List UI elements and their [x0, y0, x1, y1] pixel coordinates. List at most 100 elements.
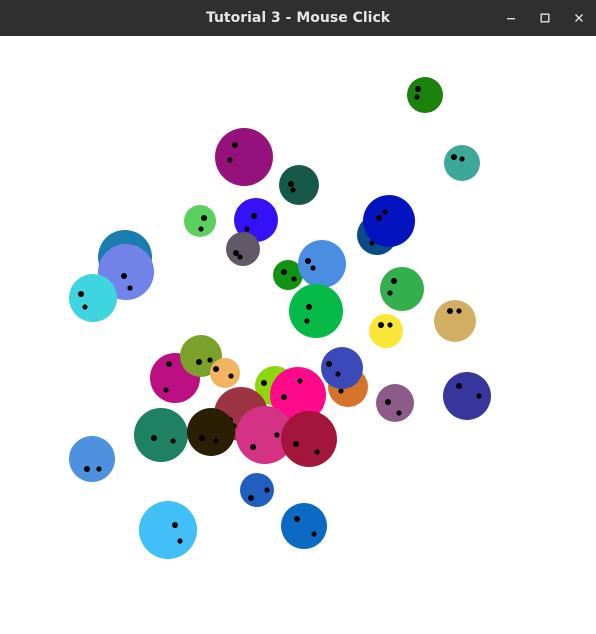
ball-eye — [387, 322, 393, 328]
ball-body[interactable] — [321, 347, 363, 389]
ball-body[interactable] — [444, 145, 480, 181]
ball-body[interactable] — [281, 411, 337, 467]
ball-eye — [121, 273, 127, 279]
ball-eye — [227, 157, 233, 163]
ball-eye — [248, 495, 254, 501]
ball-eye — [414, 94, 420, 100]
ball-eye — [306, 304, 312, 310]
ball-eye — [232, 142, 238, 148]
ball-eye — [456, 383, 462, 389]
ball-eye — [291, 276, 297, 282]
ball-eye — [391, 278, 397, 284]
ball-body[interactable] — [69, 436, 115, 482]
ball[interactable] — [321, 347, 363, 389]
ball-eye — [201, 215, 207, 221]
ball[interactable] — [443, 372, 491, 420]
ball-body[interactable] — [298, 240, 346, 288]
ball-eye — [281, 394, 287, 400]
ball-eye — [163, 387, 169, 393]
ball-eye — [476, 393, 482, 399]
ball[interactable] — [369, 314, 403, 348]
ball[interactable] — [289, 284, 343, 338]
ball[interactable] — [434, 300, 476, 342]
ball[interactable] — [215, 128, 273, 186]
close-icon — [574, 13, 584, 23]
ball-eye — [310, 265, 316, 271]
ball-eye — [385, 399, 391, 405]
ball-body[interactable] — [134, 408, 188, 462]
ball[interactable] — [226, 232, 260, 266]
ball[interactable] — [363, 195, 415, 247]
ball-eye — [250, 444, 256, 450]
ball-eye — [213, 366, 219, 372]
ball-eye — [244, 226, 250, 232]
app-window: Tutorial 3 - Mouse Click — [0, 0, 596, 634]
ball-eye — [166, 361, 172, 367]
ball-eye — [261, 380, 267, 386]
ball-eye — [293, 441, 299, 447]
ball[interactable] — [139, 501, 197, 559]
ball-body[interactable] — [281, 503, 327, 549]
ball-eye — [237, 254, 243, 260]
ball-eye — [233, 250, 239, 256]
ball[interactable] — [187, 408, 235, 456]
ball-body[interactable] — [376, 384, 414, 422]
minimize-icon — [506, 13, 516, 23]
title-bar[interactable]: Tutorial 3 - Mouse Click — [0, 0, 596, 37]
ball[interactable] — [407, 77, 443, 113]
ball-body[interactable] — [279, 165, 319, 205]
ball-eye — [127, 285, 133, 291]
ball-body[interactable] — [210, 358, 240, 388]
ball-body[interactable] — [289, 284, 343, 338]
ball-body[interactable] — [226, 232, 260, 266]
ball-body[interactable] — [380, 267, 424, 311]
ball-body[interactable] — [369, 314, 403, 348]
ball-eye — [177, 538, 183, 544]
ball[interactable] — [444, 145, 480, 181]
ball-eye — [326, 361, 332, 367]
ball-body[interactable] — [434, 300, 476, 342]
ball-body[interactable] — [139, 501, 197, 559]
ball-body[interactable] — [407, 77, 443, 113]
maximize-icon — [540, 13, 550, 23]
ball[interactable] — [298, 240, 346, 288]
ball[interactable] — [281, 411, 337, 467]
ball[interactable] — [69, 274, 117, 322]
ball-eye — [311, 531, 317, 537]
ball-eye — [207, 357, 213, 363]
ball-eye — [305, 258, 311, 264]
ball[interactable] — [279, 165, 319, 205]
ball[interactable] — [134, 408, 188, 462]
ball[interactable] — [210, 358, 240, 388]
maximize-button[interactable] — [534, 8, 556, 28]
ball-eye — [78, 291, 84, 297]
ball-body[interactable] — [187, 408, 235, 456]
ball[interactable] — [240, 473, 274, 507]
ball-body[interactable] — [443, 372, 491, 420]
ball-body[interactable] — [184, 205, 216, 237]
ball-scene[interactable] — [0, 36, 596, 634]
ball-eye — [264, 487, 270, 493]
ball-eye — [338, 388, 344, 394]
ball[interactable] — [184, 205, 216, 237]
ball[interactable] — [376, 384, 414, 422]
close-button[interactable] — [568, 8, 590, 28]
minimize-button[interactable] — [500, 8, 522, 28]
ball-eye — [378, 322, 384, 328]
ball-body[interactable] — [215, 128, 273, 186]
ball[interactable] — [69, 436, 115, 482]
ball-eye — [335, 371, 341, 377]
ball-eye — [304, 318, 310, 324]
ball[interactable] — [281, 503, 327, 549]
ball-eye — [96, 466, 102, 472]
ball-eye — [376, 215, 382, 221]
ball[interactable] — [380, 267, 424, 311]
ball-eye — [396, 410, 402, 416]
ball-eye — [151, 435, 157, 441]
game-canvas[interactable] — [0, 36, 596, 634]
ball-body[interactable] — [363, 195, 415, 247]
ball-eye — [274, 432, 280, 438]
ball-eye — [415, 86, 421, 92]
ball-eye — [199, 435, 205, 441]
ball-body[interactable] — [69, 274, 117, 322]
